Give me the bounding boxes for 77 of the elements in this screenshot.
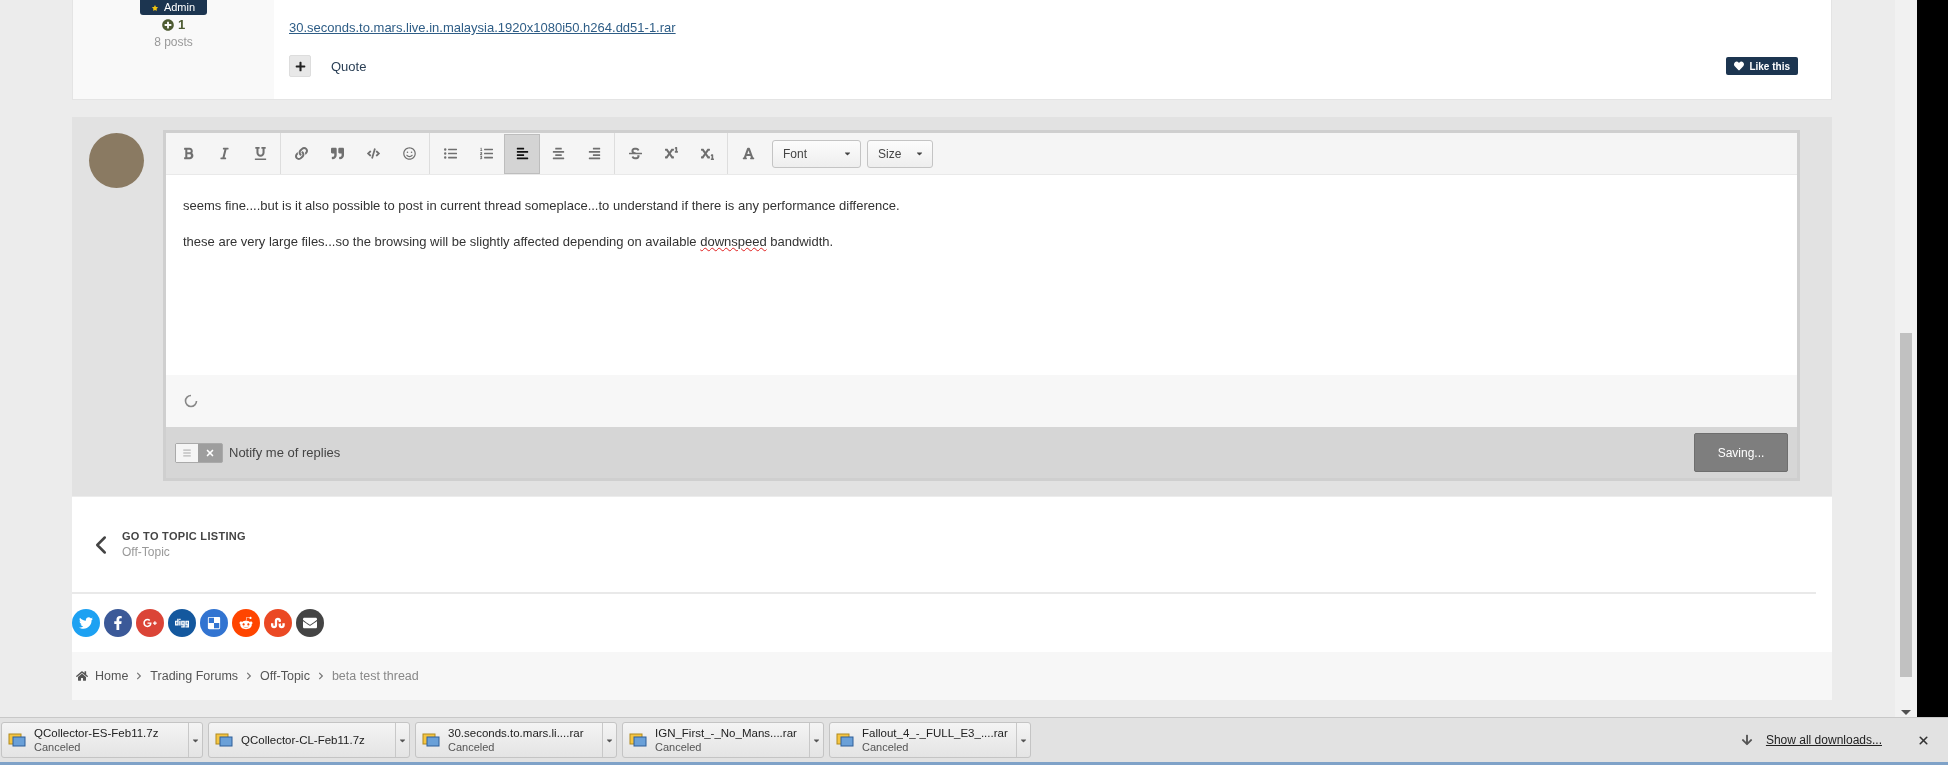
notify-toggle[interactable] [175,442,223,463]
scrollbar-thumb[interactable] [1900,333,1912,677]
subscript-icon [700,147,714,160]
numbers-icon [479,147,493,160]
paragraph: these are very large files...so the browsing will be slightly affected depending on available downspeed bandwidth. [183,233,835,251]
dropdown-button[interactable]: Size [867,139,934,168]
breadcrumb-link[interactable]: Off-Topic [260,669,310,684]
chevron-right-icon [135,672,144,681]
submit-button[interactable]: Saving... [1694,433,1788,472]
twitter-icon [79,616,93,631]
stumbleupon-icon [271,616,285,631]
file-icon [215,732,233,748]
rank-badge: Admin [139,0,208,15]
chevron-right-icon [245,672,254,681]
dropdown-button[interactable]: Font [772,139,861,168]
avatar-placeholder [89,133,144,188]
file-icon [629,732,647,748]
show-all-downloads-link[interactable]: Show all downloads... [1765,733,1882,747]
digg-share-button[interactable] [168,609,196,638]
superscript-icon [664,147,678,160]
x-icon [205,447,215,458]
star-icon [151,4,158,11]
download-button[interactable]: 30.seconds.to.mars.li....rar Canceled [416,723,602,757]
like-button[interactable]: Like this [1726,57,1798,75]
google-plus-share-button[interactable] [136,609,164,638]
reputation-count: 1 [177,17,186,32]
paragraph: seems fine....but is it also possible to post in current thread someplace...to understand if there is any performance difference. [183,197,901,215]
download-button[interactable]: QCollector-ES-Feb11.7z Canceled [2,723,188,757]
download-icon [1740,734,1753,746]
align-left-icon [515,147,529,160]
topic-listing-link[interactable]: GO TO TOPIC LISTING [122,530,246,543]
squares-icon [207,616,221,631]
download-button[interactable]: Fallout_4_-_FULL_E3_....rar Canceled [830,723,1016,757]
facebook-icon [111,616,125,631]
chevron-right-icon [316,672,325,681]
strike-icon [628,147,642,160]
caret-icon [843,149,852,158]
quote-link[interactable]: Quote [331,58,367,74]
squares-share-button[interactable] [200,609,228,638]
bullets-icon [443,147,457,160]
breadcrumb-link[interactable]: Trading Forums [150,669,239,684]
file-icon [836,732,854,748]
underline-icon [253,147,267,160]
file-icon [8,732,26,748]
quote-icon [330,147,344,160]
close-icon [1917,733,1930,747]
envelope-share-button[interactable] [296,609,324,638]
align-left-button[interactable] [504,133,540,174]
align-right-icon [587,147,601,160]
reddit-icon [239,616,253,631]
envelope-icon [303,616,317,631]
breadcrumb-link[interactable]: Home [95,669,129,684]
link-icon [294,147,308,160]
scrollbar[interactable] [1895,0,1917,717]
italic-icon [217,147,231,160]
notify-label: Notify me of replies [229,445,341,460]
facebook-share-button[interactable] [104,609,132,638]
file-icon [422,732,440,748]
post-count: 8 posts [154,35,193,49]
multiquote-button[interactable] [289,55,311,77]
caret-icon [915,149,925,158]
code-icon [366,147,380,160]
attachment-link[interactable]: 30.seconds.to.mars.live.in.malaysia.1920x1080i50.h264.dd51-1.rar [289,20,676,35]
reddit-share-button[interactable] [232,609,260,638]
heart-icon [1734,61,1745,71]
stumbleupon-share-button[interactable] [264,609,292,638]
align-center-icon [551,147,565,160]
menu-icon [182,447,192,458]
text-color-icon [741,147,755,160]
twitter-share-button[interactable] [72,609,100,638]
bold-icon [181,147,195,160]
download-button[interactable]: QCollector-CL-Feb11.7z [209,723,395,757]
emoji-icon [402,147,416,160]
close-button[interactable] [1917,733,1930,747]
home-icon [76,670,88,683]
plus-icon [294,60,306,72]
download-button[interactable]: IGN_First_-_No_Mans....rar Canceled [623,723,809,757]
